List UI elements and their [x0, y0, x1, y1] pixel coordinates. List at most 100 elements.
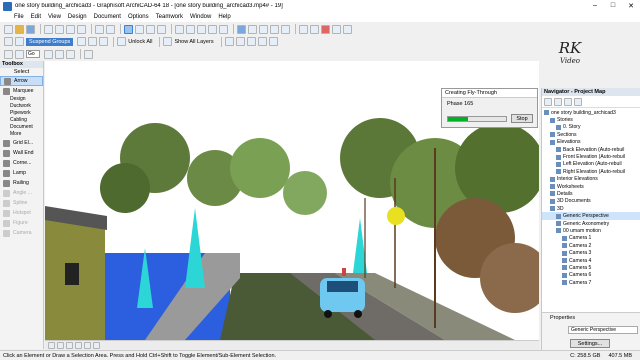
tool-grid-element[interactable]: Grid El...: [0, 138, 43, 148]
tool-camera[interactable]: Camera: [0, 228, 43, 238]
tree-item[interactable]: Right Elevation (Auto-rebuil: [542, 168, 640, 175]
3d-view-icon[interactable]: [237, 24, 246, 34]
paste-icon[interactable]: [77, 24, 86, 34]
project-map-icon[interactable]: [544, 97, 552, 106]
open-icon[interactable]: [15, 24, 24, 34]
lock-icon[interactable]: [117, 37, 127, 46]
tool-angle-dimension[interactable]: Angle ...: [0, 188, 43, 198]
show-all-layers-button[interactable]: Show All Layers: [174, 39, 213, 45]
view-map-icon[interactable]: [554, 97, 562, 106]
zoom-in-icon[interactable]: [197, 24, 206, 34]
print-icon[interactable]: [44, 24, 53, 34]
undo-icon[interactable]: [95, 24, 104, 34]
render-icon[interactable]: [248, 24, 257, 34]
snap-icon[interactable]: [146, 24, 155, 34]
tree-item[interactable]: Front Elevation (Auto-rebuil: [542, 153, 640, 160]
tool-lamp[interactable]: Lamp: [0, 168, 43, 178]
pan-icon[interactable]: [55, 49, 64, 59]
suspend-groups-button[interactable]: Suspend Groups: [26, 37, 74, 46]
tree-item[interactable]: Details: [542, 190, 640, 197]
publish-icon[interactable]: [332, 24, 341, 34]
tree-item[interactable]: Elevations: [542, 139, 640, 146]
floor-plan-icon[interactable]: [259, 24, 268, 34]
tool-wall-end[interactable]: Wall End: [0, 148, 43, 158]
tree-item[interactable]: Camera 5: [542, 264, 640, 271]
properties-value-field[interactable]: Generic Perspective: [568, 326, 638, 334]
tree-item[interactable]: 00 umam motion: [542, 227, 640, 234]
category-more[interactable]: More: [0, 131, 43, 138]
go-dropdown[interactable]: Go: [26, 50, 40, 58]
section-icon[interactable]: [270, 24, 279, 34]
layers-icon[interactable]: [175, 24, 184, 34]
walk-icon[interactable]: [4, 49, 13, 59]
front-icon[interactable]: [88, 37, 98, 46]
bimx-icon[interactable]: [321, 24, 330, 34]
redo-icon[interactable]: [106, 24, 115, 34]
menu-options[interactable]: Options: [128, 14, 149, 20]
copy-icon[interactable]: [66, 24, 75, 34]
tree-item[interactable]: Left Elevation (Auto-rebuil: [542, 161, 640, 168]
redo-view-icon[interactable]: [57, 342, 64, 349]
minimize-icon[interactable]: –: [586, 2, 604, 10]
settings-icon[interactable]: [343, 24, 352, 34]
rotate-icon[interactable]: [257, 37, 267, 46]
category-pipework[interactable]: Pipework: [0, 110, 43, 117]
teamwork-icon[interactable]: [310, 24, 319, 34]
magic-wand-icon[interactable]: [135, 24, 144, 34]
tree-item[interactable]: Camera 7: [542, 279, 640, 286]
tree-item[interactable]: 3D Documents: [542, 198, 640, 205]
tool-railing[interactable]: Railing: [0, 178, 43, 188]
tree-item[interactable]: 0. Story: [542, 124, 640, 131]
tool-figure[interactable]: Figure: [0, 218, 43, 228]
tree-item[interactable]: Generic Axonometry: [542, 220, 640, 227]
tool-corner-window[interactable]: Corne...: [0, 158, 43, 168]
split-icon[interactable]: [235, 37, 245, 46]
menu-window[interactable]: Window: [190, 14, 211, 20]
tree-item[interactable]: one story building_archicad3: [542, 109, 640, 116]
layer-icon[interactable]: [163, 37, 173, 46]
tree-item[interactable]: Camera 6: [542, 272, 640, 279]
tree-item[interactable]: Camera 1: [542, 235, 640, 242]
mirror-icon[interactable]: [246, 37, 256, 46]
fit-window-icon[interactable]: [219, 24, 228, 34]
menu-file[interactable]: File: [14, 14, 24, 20]
menu-document[interactable]: Document: [94, 14, 121, 20]
close-icon[interactable]: ✕: [622, 2, 640, 10]
tree-item[interactable]: Camera 4: [542, 257, 640, 264]
zoom-out-small-icon[interactable]: [75, 342, 82, 349]
back-icon[interactable]: [99, 37, 109, 46]
menu-edit[interactable]: Edit: [31, 14, 41, 20]
maximize-icon[interactable]: □: [604, 2, 622, 10]
layout-book-icon[interactable]: [564, 97, 572, 106]
explore-icon[interactable]: [66, 49, 75, 59]
guide-icon[interactable]: [157, 24, 166, 34]
menu-view[interactable]: View: [48, 14, 61, 20]
save-icon[interactable]: [26, 24, 35, 34]
stop-button[interactable]: Stop: [511, 114, 533, 123]
offset-icon[interactable]: [268, 37, 278, 46]
camera-icon[interactable]: [44, 49, 53, 59]
tree-item[interactable]: Sections: [542, 131, 640, 138]
group-icon[interactable]: [4, 37, 13, 46]
menu-help[interactable]: Help: [218, 14, 230, 20]
orbit-icon[interactable]: [15, 49, 24, 59]
arrange-icon[interactable]: [77, 37, 87, 46]
category-ductwork[interactable]: Ductwork: [0, 103, 43, 110]
category-document[interactable]: Document: [0, 124, 43, 131]
tree-item[interactable]: 3D: [542, 205, 640, 212]
ungroup-icon[interactable]: [15, 37, 24, 46]
undo-view-icon[interactable]: [48, 342, 55, 349]
zoom-out-icon[interactable]: [208, 24, 217, 34]
tree-item[interactable]: Generic Perspective: [542, 212, 640, 220]
orbit-small-icon[interactable]: [93, 342, 100, 349]
menu-teamwork[interactable]: Teamwork: [156, 14, 183, 20]
fit-in-window-icon[interactable]: [84, 342, 91, 349]
tree-item[interactable]: Stories: [542, 116, 640, 123]
tree-item[interactable]: Camera 3: [542, 249, 640, 256]
grid-icon[interactable]: [186, 24, 195, 34]
tree-item[interactable]: Worksheets: [542, 183, 640, 190]
category-cabling[interactable]: Cabling: [0, 117, 43, 124]
tool-arrow[interactable]: Arrow: [0, 76, 43, 86]
publisher-icon[interactable]: [574, 97, 582, 106]
trim-icon[interactable]: [224, 37, 234, 46]
